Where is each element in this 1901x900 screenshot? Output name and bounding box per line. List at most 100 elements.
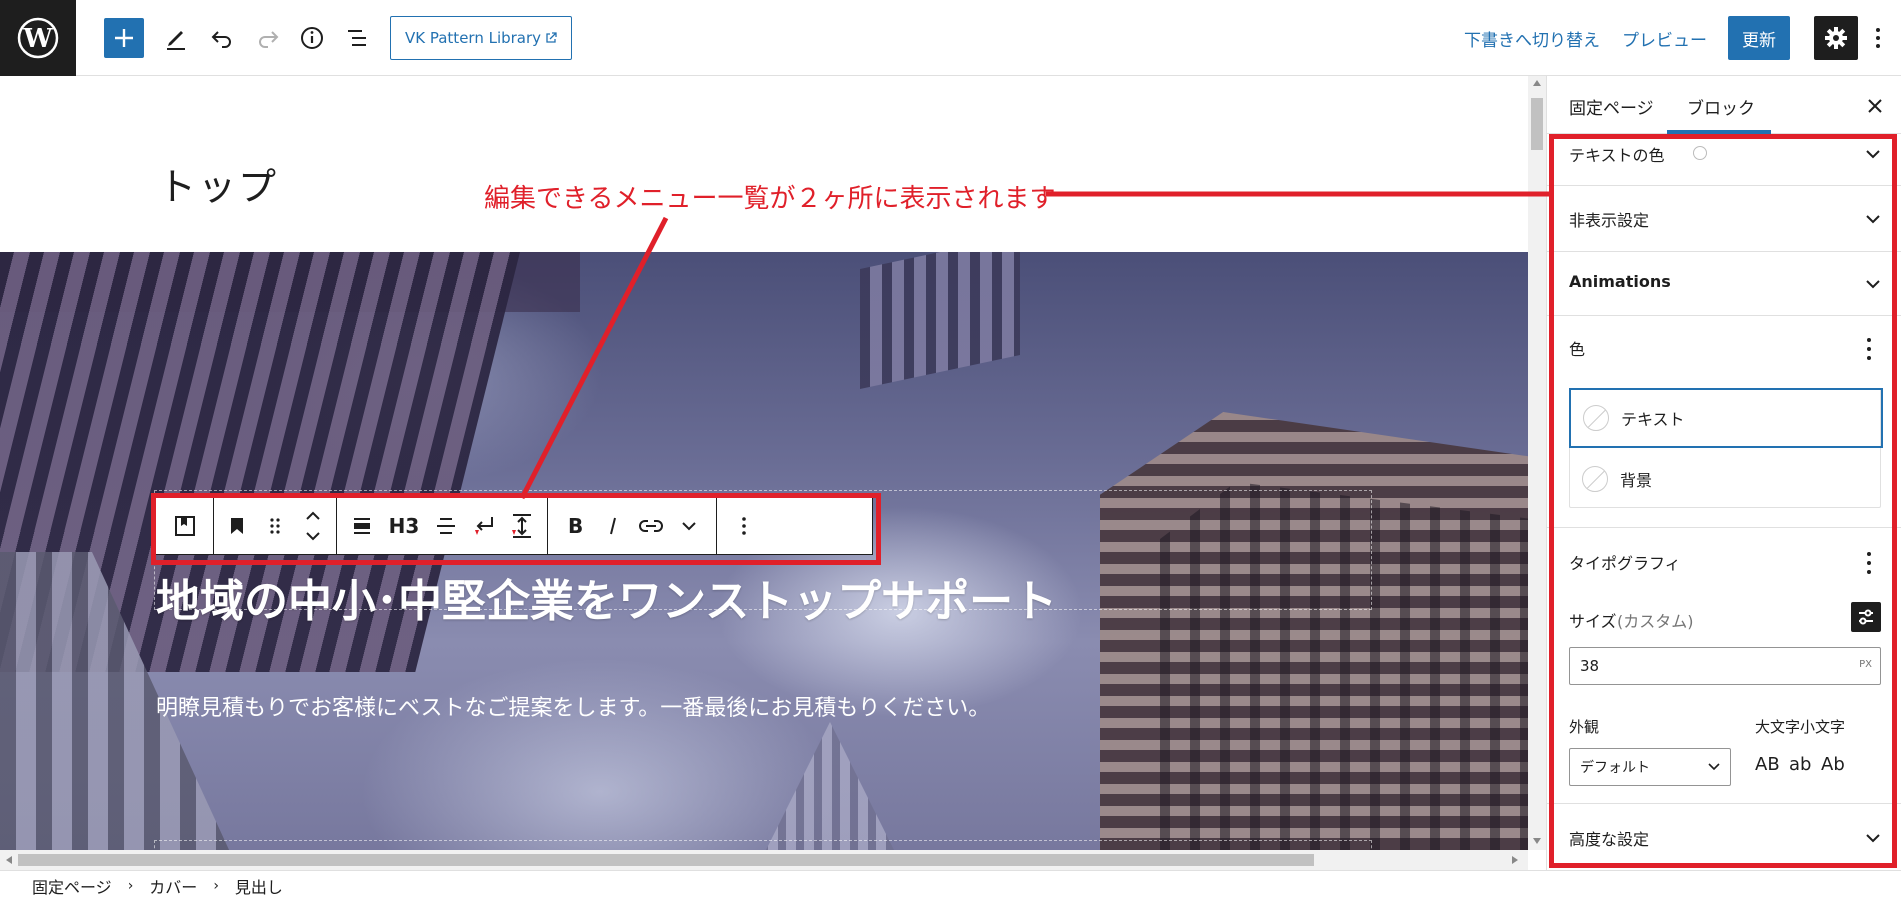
advanced-panel[interactable]: 高度な設定: [1547, 804, 1901, 870]
text-align-button[interactable]: [427, 498, 465, 554]
svg-text:B: B: [568, 516, 583, 536]
add-block-button[interactable]: [104, 18, 144, 58]
heading-level-button[interactable]: H3: [381, 498, 427, 554]
animations-label: Animations: [1569, 272, 1671, 291]
bold-button[interactable]: B: [556, 498, 594, 554]
svg-text:W: W: [22, 24, 53, 54]
drag-handle-button[interactable]: [256, 498, 294, 554]
vertical-ellipsis-icon: [742, 517, 746, 535]
text-color-item-label: テキスト: [1621, 410, 1685, 429]
hero-paragraph[interactable]: 明瞭見積もりでお客様にベストなご提案をします。一番最後にお見積もりください。: [156, 690, 990, 722]
scroll-up-arrow-icon: [1533, 80, 1541, 86]
link-button[interactable]: [632, 498, 670, 554]
bold-icon: B: [568, 516, 583, 536]
select-parent-button[interactable]: [166, 498, 204, 554]
spacing-button[interactable]: [503, 498, 541, 554]
background-color-item[interactable]: 背景: [1570, 449, 1882, 509]
tab-page[interactable]: 固定ページ: [1569, 94, 1654, 119]
update-button[interactable]: 更新: [1728, 16, 1790, 60]
typography-panel-title: タイポグラフィ: [1569, 554, 1681, 573]
tools-button[interactable]: [156, 18, 196, 58]
hide-settings-panel[interactable]: 非表示設定: [1547, 186, 1901, 252]
horizontal-scroll-thumb[interactable]: [18, 854, 1314, 866]
lowercase-button[interactable]: ab: [1789, 754, 1811, 775]
appearance-select-value: デフォルト: [1580, 760, 1650, 776]
redo-icon: [259, 31, 279, 48]
chevron-down-icon: [1866, 834, 1880, 843]
vk-pattern-library-label: VK Pattern Library: [405, 29, 542, 47]
chevron-right-icon: ›: [127, 877, 134, 894]
plus-icon: [115, 29, 133, 47]
building-image: [760, 722, 900, 850]
scroll-left-arrow-icon: [6, 856, 12, 864]
font-size-mode: (カスタム): [1617, 612, 1694, 631]
custom-size-toggle-button[interactable]: [1851, 602, 1881, 632]
canvas-horizontal-scrollbar[interactable]: [0, 850, 1528, 870]
breadcrumb-item-page[interactable]: 固定ページ: [32, 874, 112, 898]
block-options-group: [717, 498, 771, 554]
wordpress-logo-button[interactable]: W: [0, 0, 76, 76]
chevron-down-icon: [682, 522, 696, 531]
settings-button[interactable]: [1814, 16, 1858, 60]
hero-heading[interactable]: 地域の中小･中堅企業をワンストップサポート: [156, 565, 1057, 629]
background-color-item-label: 背景: [1620, 471, 1653, 490]
animations-panel[interactable]: Animations: [1547, 252, 1901, 316]
hide-settings-label: 非表示設定: [1569, 211, 1650, 230]
external-link-icon: [546, 32, 557, 43]
drag-handle-icon: [270, 518, 280, 534]
settings-sidebar: 固定ページ ブロック テキストの色 非表示設定 Animations 色 テキス…: [1546, 76, 1901, 870]
more-rich-text-button[interactable]: [670, 498, 708, 554]
canvas-vertical-scrollbar[interactable]: [1528, 76, 1546, 850]
background-color-swatch: [1582, 466, 1608, 492]
breadcrumb-item-heading[interactable]: 見出し: [235, 874, 283, 898]
chevron-down-icon: [1866, 280, 1880, 289]
page-title[interactable]: トップ: [158, 156, 278, 211]
capitalize-button[interactable]: Ab: [1821, 754, 1845, 775]
advanced-label: 高度な設定: [1569, 830, 1650, 849]
vertical-ellipsis-icon: [1876, 28, 1880, 48]
text-color-label: テキストの色: [1569, 146, 1665, 165]
scroll-down-arrow-icon: [1533, 838, 1541, 844]
close-sidebar-button[interactable]: [1863, 94, 1887, 118]
block-options-button[interactable]: [725, 498, 763, 554]
typography-options-button[interactable]: [1865, 552, 1873, 574]
italic-icon: [610, 517, 616, 535]
undo-button[interactable]: [202, 18, 242, 58]
group-block-outline[interactable]: [154, 840, 1372, 850]
block-align-button[interactable]: [343, 498, 381, 554]
list-view-button[interactable]: [338, 18, 378, 58]
list-view-icon: [348, 30, 366, 46]
tab-block[interactable]: ブロック: [1687, 94, 1755, 119]
block-toolbar: H3 B: [155, 497, 873, 555]
redo-button[interactable]: [248, 18, 288, 58]
italic-button[interactable]: [594, 498, 632, 554]
options-button[interactable]: [1868, 20, 1888, 56]
line-break-button[interactable]: [465, 498, 503, 554]
text-color-panel[interactable]: テキストの色: [1547, 134, 1901, 186]
details-button[interactable]: [292, 18, 332, 58]
block-parent-group: [156, 498, 214, 554]
block-mover-group: [214, 498, 337, 554]
block-format-group: H3: [337, 498, 548, 554]
move-up-down-icon: [306, 511, 320, 541]
font-size-value: 38: [1580, 657, 1600, 675]
font-size-input[interactable]: 38 PX: [1569, 647, 1881, 685]
chevron-right-icon: ›: [213, 877, 219, 894]
close-icon: [1868, 99, 1882, 113]
text-color-item[interactable]: テキスト: [1569, 388, 1883, 448]
uppercase-button[interactable]: AB: [1755, 754, 1780, 775]
color-options-button[interactable]: [1865, 338, 1873, 360]
block-type-button[interactable]: [218, 498, 256, 554]
breadcrumb-item-cover[interactable]: カバー: [149, 874, 197, 898]
wordpress-icon: W: [17, 17, 59, 59]
move-up-down-button[interactable]: [294, 498, 332, 554]
appearance-select[interactable]: デフォルト: [1569, 748, 1731, 786]
info-icon: [301, 27, 323, 49]
vk-pattern-library-button[interactable]: VK Pattern Library: [390, 16, 573, 60]
align-icon: [354, 518, 370, 534]
chevron-down-icon: [1866, 150, 1880, 159]
link-icon: [639, 520, 663, 532]
preview-button[interactable]: プレビュー: [1622, 26, 1707, 51]
switch-to-draft-button[interactable]: 下書きへ切り替え: [1464, 26, 1600, 51]
vertical-scroll-thumb[interactable]: [1531, 98, 1543, 150]
